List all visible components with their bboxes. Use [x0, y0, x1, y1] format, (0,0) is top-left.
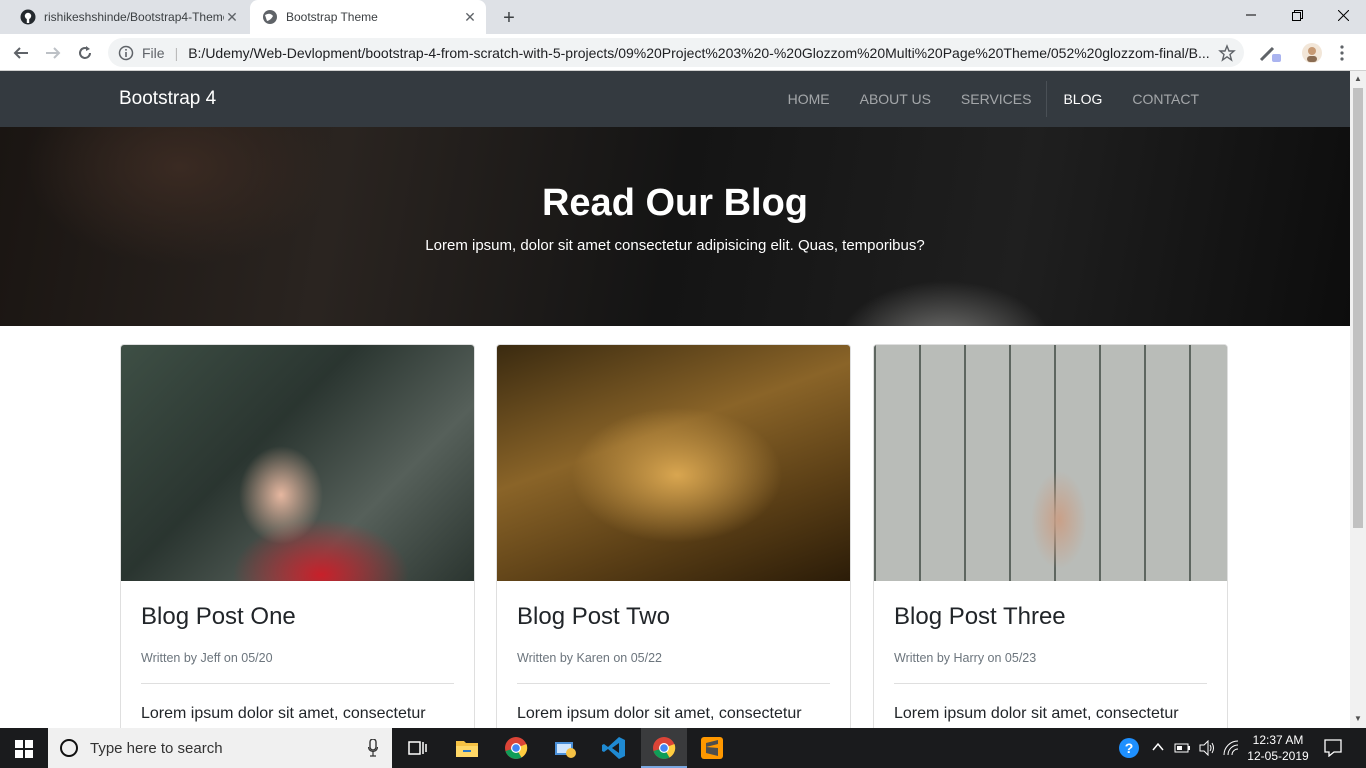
sublime-text-icon[interactable]: [698, 734, 726, 762]
help-icon[interactable]: ?: [1118, 737, 1140, 759]
notifications-icon[interactable]: [1324, 739, 1342, 757]
nav-link-about-us[interactable]: ABOUT US: [845, 91, 946, 107]
nav-link-blog[interactable]: BLOG: [1046, 81, 1117, 117]
close-window-button[interactable]: [1320, 0, 1366, 30]
site-navbar: Bootstrap 4 HOME ABOUT US SERVICES BLOG …: [0, 71, 1350, 127]
battery-icon[interactable]: [1174, 741, 1192, 755]
tab-title: Bootstrap Theme: [286, 10, 378, 24]
address-bar[interactable]: File | B:/Udemy/Web-Devlopment/bootstrap…: [108, 38, 1244, 67]
extension-icon[interactable]: [1258, 42, 1282, 64]
cortana-icon: [60, 739, 78, 757]
blog-post-title: Blog Post Two: [517, 603, 670, 630]
bookmark-star-icon[interactable]: [1218, 43, 1236, 62]
hero-title: Read Our Blog: [541, 182, 809, 224]
browser-toolbar: File | B:/Udemy/Web-Devlopment/bootstrap…: [0, 34, 1366, 71]
windows-start-icon[interactable]: [15, 740, 33, 758]
navbar-links: HOME ABOUT US SERVICES BLOG CONTACT: [773, 71, 1214, 127]
volume-icon[interactable]: [1198, 740, 1216, 756]
clock-time: 12:37 AM: [1252, 733, 1304, 747]
taskbar-active-app[interactable]: [641, 728, 687, 768]
nav-link-services[interactable]: SERVICES: [946, 91, 1047, 107]
blog-card: Blog Post One Written by Jeff on 05/20 L…: [120, 344, 475, 728]
chevron-up-icon[interactable]: [1152, 742, 1164, 752]
scrollbar-thumb[interactable]: [1353, 88, 1363, 528]
globe-icon: [263, 10, 277, 24]
browser-tab-github[interactable]: rishikeshshinde/Bootstrap4-Theme ✕: [8, 0, 248, 34]
tab-title: rishikeshshinde/Bootstrap4-Theme: [44, 10, 224, 24]
restore-button[interactable]: [1274, 0, 1320, 30]
blog-post-meta: Written by Karen on 05/22: [517, 651, 830, 684]
restore-icon: [1291, 9, 1303, 21]
blog-post-image: [874, 345, 1227, 581]
blog-post-meta: Written by Harry on 05/23: [894, 651, 1207, 684]
profile-avatar[interactable]: [1302, 43, 1322, 63]
nav-link-home[interactable]: HOME: [773, 91, 845, 107]
hero-banner: Read Our Blog Lorem ipsum, dolor sit ame…: [0, 127, 1350, 326]
close-tab-icon[interactable]: ✕: [462, 9, 478, 25]
chrome-icon[interactable]: [502, 734, 530, 762]
taskbar-search-box[interactable]: Type here to search: [48, 728, 392, 768]
menu-dots-icon[interactable]: [1334, 44, 1350, 62]
blog-card: Blog Post Three Written by Harry on 05/2…: [873, 344, 1228, 728]
search-placeholder: Type here to search: [90, 739, 223, 757]
scroll-up-icon[interactable]: ▲: [1354, 75, 1362, 83]
navbar-brand[interactable]: Bootstrap 4: [119, 88, 216, 110]
info-icon: [118, 45, 134, 60]
windows-taskbar: Type here to search ? 12:37 AM 12-05-201…: [0, 728, 1366, 768]
minimize-button[interactable]: [1228, 0, 1274, 30]
microphone-icon[interactable]: [368, 739, 378, 757]
blog-post-excerpt: Lorem ipsum dolor sit amet, consectetur: [517, 705, 802, 722]
minimize-icon: [1246, 14, 1256, 16]
blog-post-excerpt: Lorem ipsum dolor sit amet, consectetur: [894, 705, 1179, 722]
blog-post-excerpt: Lorem ipsum dolor sit amet, consectetur: [141, 705, 426, 722]
close-icon: [1337, 9, 1349, 21]
back-arrow-icon: [13, 47, 28, 59]
reload-icon: [79, 46, 91, 59]
address-divider: |: [174, 44, 179, 61]
github-icon: [20, 9, 36, 25]
nav-link-contact[interactable]: CONTACT: [1117, 91, 1214, 107]
forward-arrow-icon: [46, 47, 61, 59]
scroll-down-icon[interactable]: ▼: [1354, 715, 1362, 723]
url-text: B:/Udemy/Web-Devlopment/bootstrap-4-from…: [188, 44, 1210, 61]
forward-button[interactable]: [40, 40, 66, 66]
blog-post-title: Blog Post One: [141, 603, 296, 630]
control-panel-icon[interactable]: [551, 734, 579, 762]
blog-post-image: [121, 345, 474, 581]
blog-post-title: Blog Post Three: [894, 603, 1066, 630]
page-scrollbar[interactable]: ▲ ▼: [1350, 71, 1366, 728]
chrome-icon: [653, 737, 676, 759]
task-view-icon[interactable]: [403, 734, 431, 762]
blog-card: Blog Post Two Written by Karen on 05/22 …: [496, 344, 851, 728]
blog-cards: Blog Post One Written by Jeff on 05/20 L…: [120, 344, 1230, 728]
clock-date: 12-05-2019: [1247, 749, 1309, 763]
new-tab-button[interactable]: +: [498, 7, 520, 29]
vscode-icon[interactable]: [600, 734, 628, 762]
hero-subtitle: Lorem ipsum, dolor sit amet consectetur …: [425, 237, 925, 254]
browser-tab-bootstrap-theme[interactable]: Bootstrap Theme ✕: [250, 0, 486, 34]
blog-post-image: [497, 345, 850, 581]
wifi-icon[interactable]: [1222, 740, 1240, 756]
page-viewport: Bootstrap 4 HOME ABOUT US SERVICES BLOG …: [0, 71, 1350, 728]
reload-button[interactable]: [72, 40, 98, 66]
close-tab-icon[interactable]: ✕: [224, 9, 240, 25]
taskbar-clock[interactable]: 12:37 AM 12-05-2019: [1243, 732, 1313, 764]
svg-text:?: ?: [1125, 740, 1134, 756]
back-button[interactable]: [8, 40, 34, 66]
browser-tab-strip: rishikeshshinde/Bootstrap4-Theme ✕ Boots…: [0, 0, 1366, 34]
file-explorer-icon[interactable]: [453, 734, 481, 762]
blog-post-meta: Written by Jeff on 05/20: [141, 651, 454, 684]
scheme-label: File: [142, 44, 165, 61]
